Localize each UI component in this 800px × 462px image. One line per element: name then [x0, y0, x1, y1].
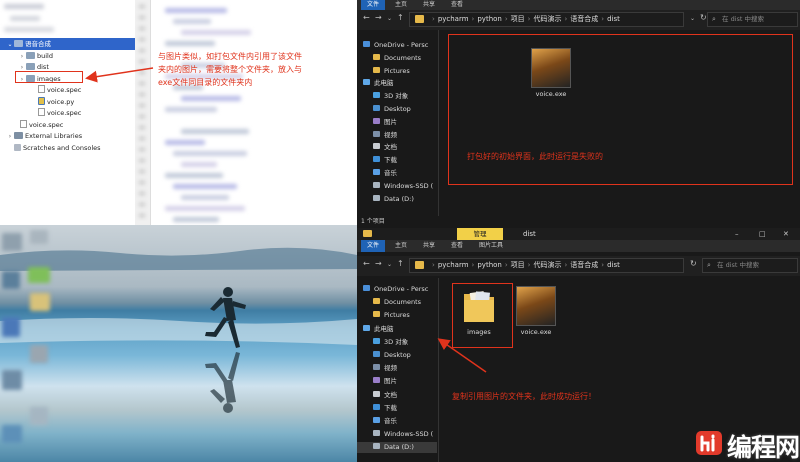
ide-annotation: 与图片类似，如打包文件内引用了该文件 夹内的图片，需要将整个文件夹，放入与 ex…: [158, 50, 302, 89]
watermark-text: 编程网: [727, 433, 800, 462]
bottom-annotation: 复制引用图片的文件夹，此时成功运行！: [452, 392, 596, 401]
highlight-images-copied: [452, 283, 513, 348]
annotation-line: 夹内的图片，需要将整个文件夹，放入与: [158, 65, 302, 74]
annotation-line: 与图片类似，如打包文件内引用了该文件: [158, 52, 302, 61]
watermark: 编程网: [693, 424, 800, 462]
top-annotation: 打包好的初始界面，此时运行是失败的: [467, 152, 603, 161]
annotation-line: exe文件同目录的文件夹内: [158, 78, 253, 87]
highlight-images-folder: [15, 71, 83, 83]
annotation-arrow: [85, 67, 154, 83]
watermark-logo: [696, 431, 722, 455]
